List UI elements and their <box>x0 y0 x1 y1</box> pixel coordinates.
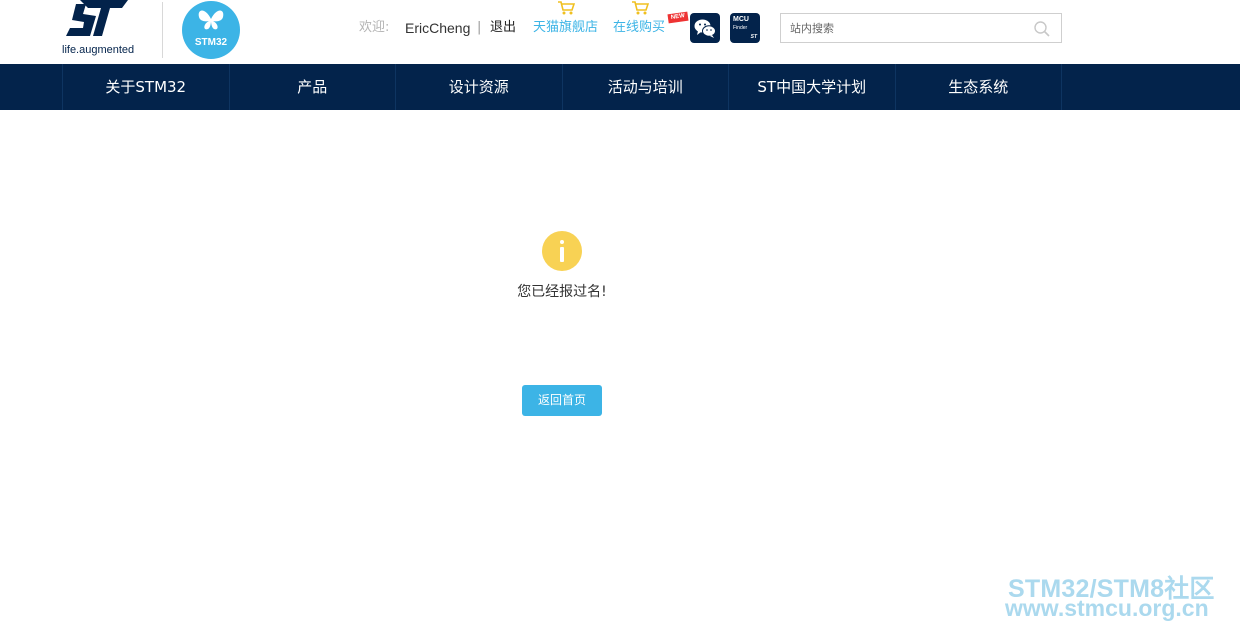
butterfly-icon <box>198 10 224 30</box>
info-icon <box>542 231 582 271</box>
page: life.augmented STM32 欢迎: EricCheng | 退出 … <box>0 0 1240 629</box>
mcu-finder-button[interactable]: MCU Finder ST <box>730 13 760 43</box>
search-input[interactable] <box>790 19 1020 37</box>
back-home-button[interactable]: 返回首页 <box>522 385 602 416</box>
nav-item-about-stm32[interactable]: 关于STM32 <box>63 64 230 110</box>
search-icon[interactable] <box>1033 20 1051 38</box>
wechat-button[interactable] <box>690 13 720 43</box>
main-nav: 关于STM32 产品 设计资源 活动与培训 ST中国大学计划 生态系统 <box>0 64 1240 110</box>
online-shop-link[interactable]: 在线购买 <box>613 1 666 38</box>
stm32-logo[interactable]: STM32 <box>182 1 240 59</box>
status-message: 您已经报过名! <box>517 284 607 300</box>
tmall-store-link[interactable]: 天猫旗舰店 <box>533 1 599 38</box>
nav-item-university-program[interactable]: ST中国大学计划 <box>729 64 896 110</box>
new-badge: NEW <box>667 11 689 24</box>
separator: | <box>477 20 482 35</box>
search-box <box>780 13 1062 43</box>
tmall-store-label: 天猫旗舰店 <box>533 20 599 35</box>
nav-item-design-resources[interactable]: 设计资源 <box>396 64 563 110</box>
logout-link[interactable]: 退出 <box>490 18 516 38</box>
nav-item-events-training[interactable]: 活动与培训 <box>563 64 729 110</box>
watermark-line2: www.stmcu.org.cn <box>1005 595 1209 621</box>
username-link[interactable]: EricCheng <box>405 18 470 38</box>
cart-icon <box>558 1 575 15</box>
wechat-icon <box>694 19 716 38</box>
mcu-finder-line1: MCU <box>733 16 749 23</box>
mcu-finder-brand: ST <box>750 34 757 40</box>
nav-item-ecosystem[interactable]: 生态系统 <box>896 64 1062 110</box>
site-header: life.augmented STM32 欢迎: EricCheng | 退出 … <box>0 0 1240 64</box>
st-logo-mark <box>66 0 128 36</box>
welcome-label: 欢迎: <box>359 20 390 35</box>
logo-divider <box>162 2 163 58</box>
nav-item-products[interactable]: 产品 <box>230 64 396 110</box>
st-tagline: life.augmented <box>62 44 135 56</box>
online-shop-label: 在线购买 <box>613 20 666 35</box>
cart-icon <box>632 1 649 15</box>
mcu-finder-line2: Finder <box>733 25 748 31</box>
stm32-logo-text: STM32 <box>194 37 228 48</box>
st-logo[interactable]: life.augmented <box>60 0 146 60</box>
